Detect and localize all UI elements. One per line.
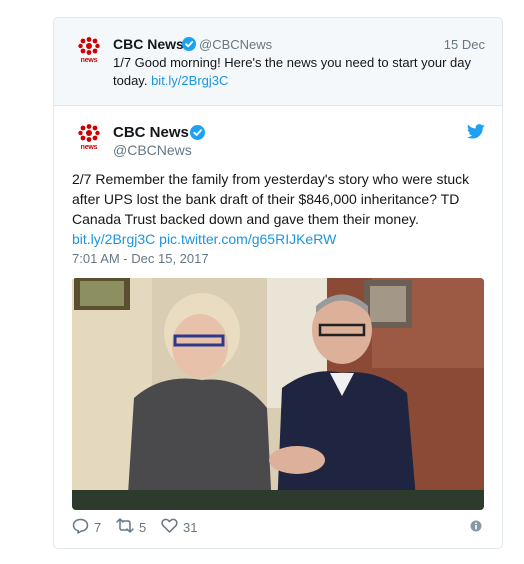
info-icon[interactable] xyxy=(470,520,482,535)
like-count: 31 xyxy=(183,519,198,535)
reply-icon xyxy=(72,518,89,537)
cbc-gem-icon[interactable]: news xyxy=(76,37,102,64)
tweet-link[interactable]: bit.ly/2Brgj3C xyxy=(72,231,155,247)
parent-tweet[interactable]: news CBC News @CBCNews 15 Dec 1/7 Good m… xyxy=(54,18,502,106)
retweet-button[interactable]: 5 xyxy=(116,518,146,536)
author-handle[interactable]: @CBCNews xyxy=(199,37,272,52)
logo-word: news xyxy=(80,144,98,151)
author-name[interactable]: CBC News xyxy=(113,36,184,52)
twitter-bird-icon[interactable] xyxy=(466,124,485,144)
tweet-timestamp[interactable]: 7:01 AM - Dec 15, 2017 xyxy=(72,251,209,266)
tweet-link[interactable]: bit.ly/2Brgj3C xyxy=(151,73,228,88)
tweet-embed-card: news CBC News @CBCNews 15 Dec 1/7 Good m… xyxy=(53,17,503,549)
verified-badge-icon xyxy=(190,125,205,145)
reply-button[interactable]: 7 xyxy=(72,518,101,537)
tweet-text: 2/7 Remember the family from yesterday's… xyxy=(72,169,492,249)
reply-count: 7 xyxy=(94,520,102,535)
tweet-pic-link[interactable]: pic.twitter.com/g65RIJKeRW xyxy=(159,231,336,247)
cbc-gem-icon[interactable]: news xyxy=(76,124,102,151)
author-name[interactable]: CBC News xyxy=(113,124,189,141)
tweet-date[interactable]: 15 Dec xyxy=(444,37,485,52)
like-icon xyxy=(161,518,178,536)
tweet-actions: 7 5 31 xyxy=(72,518,482,538)
tweet-text-body: 2/7 Remember the family from yesterday's… xyxy=(72,171,470,227)
author-handle[interactable]: @CBCNews xyxy=(113,142,192,158)
like-button[interactable]: 31 xyxy=(161,518,197,536)
tweet-photo[interactable] xyxy=(72,278,484,510)
retweet-count: 5 xyxy=(139,519,147,535)
retweet-icon xyxy=(116,518,134,536)
logo-word: news xyxy=(80,57,98,64)
tweet-text: 1/7 Good morning! Here's the news you ne… xyxy=(113,54,488,90)
